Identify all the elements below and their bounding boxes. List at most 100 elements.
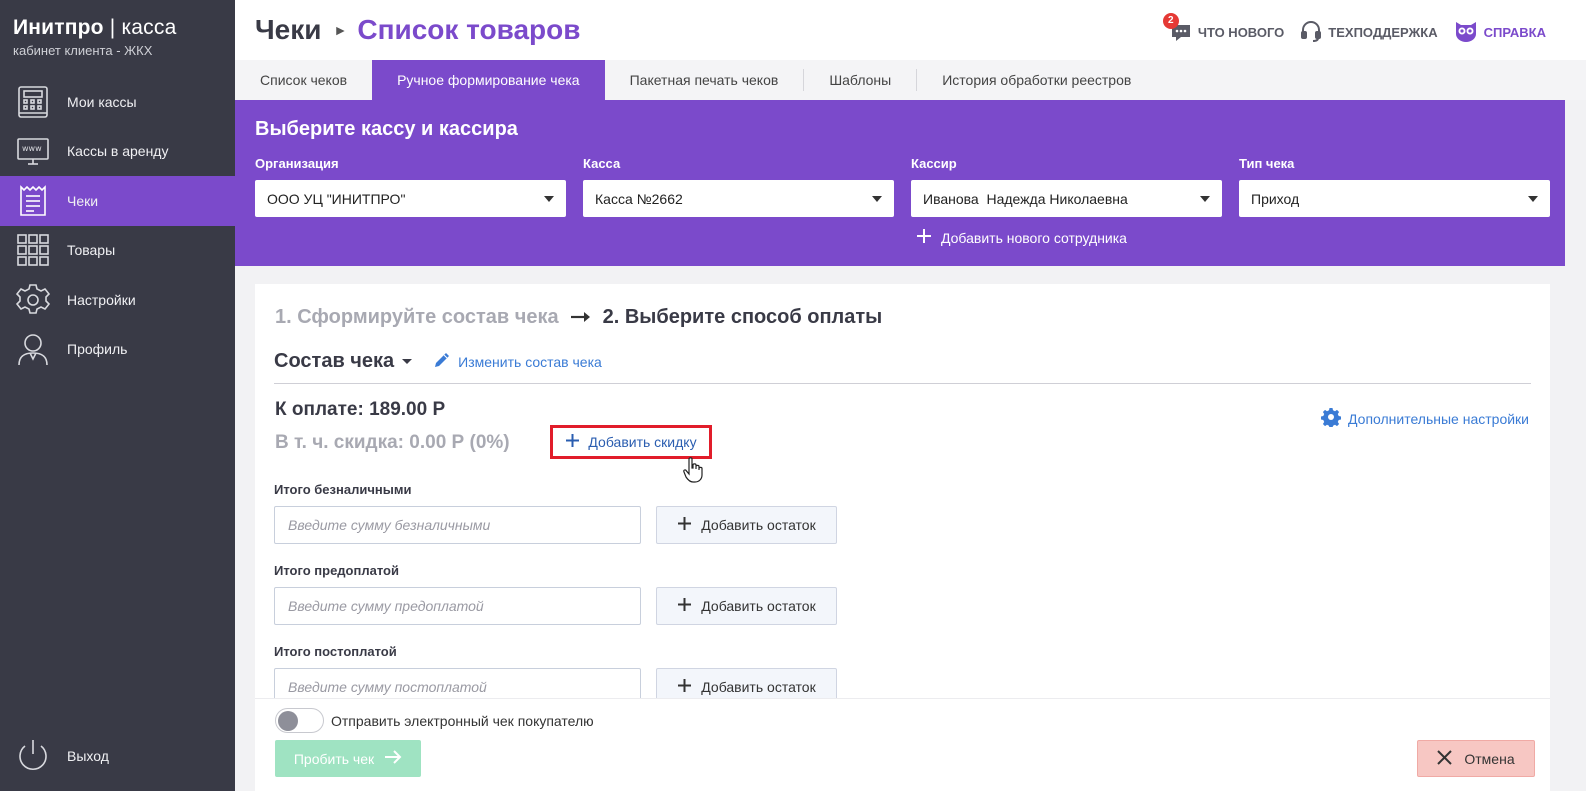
arrow-right-icon [384,750,402,767]
kassa-field: Касса Касса №2662 [583,156,894,217]
cancel-button[interactable]: Отмена [1417,740,1535,777]
plus-icon [677,516,692,534]
add-employee-link[interactable]: Добавить нового сотрудника [916,228,1127,247]
sidebar-nav: Мои кассы www Кассы в аренду Чеки Товары… [0,77,235,374]
organization-field: Организация ООО УЦ "ИНИТПРО" [255,156,566,217]
organization-select[interactable]: ООО УЦ "ИНИТПРО" [255,180,566,217]
compose-dropdown[interactable]: Состав чека [274,350,394,373]
edit-composition-link[interactable]: Изменить состав чека [432,350,602,373]
cash-register-icon [15,84,50,119]
add-remainder-postpaid-button[interactable]: Добавить остаток [656,668,837,698]
support-link[interactable]: ТЕХПОДДЕРЖКА [1300,20,1438,45]
advanced-settings-link[interactable]: Дополнительные настройки [1321,407,1529,430]
sidebar-item-cheki[interactable]: Чеки [0,176,235,226]
print-receipt-button[interactable]: Пробить чек [275,740,421,777]
sidebar-item-label: Профиль [67,341,128,358]
breadcrumb-parent[interactable]: Чеки [255,14,321,46]
brand: Инитпро | касса кабинет клиента - ЖКХ [13,16,176,58]
send-receipt-row: Отправить электронный чек покупателю [275,708,594,733]
panel-title: Выберите кассу и кассира [255,118,518,140]
plus-icon [677,678,692,696]
divider [274,383,1531,384]
caret-down-icon [1200,195,1210,202]
receipt-type-field: Тип чека Приход [1239,156,1550,217]
www-monitor-icon: www [15,134,50,169]
receipt-type-value: Приход [1251,190,1300,207]
sidebar-item-label: Товары [67,242,116,259]
add-remainder-cashless-button[interactable]: Добавить остаток [656,506,837,544]
brand-product: касса [121,16,177,39]
receipt-type-label: Тип чека [1239,156,1295,171]
tab-bar: Список чеков Ручное формирование чека Па… [235,60,1586,100]
plus-icon [677,597,692,615]
bottom-action-bar: Отправить электронный чек покупателю Про… [255,698,1550,791]
gear-icon [15,282,50,317]
grid-icon [15,233,50,268]
plus-icon [916,228,932,247]
edit-composition-label: Изменить состав чека [458,353,602,370]
help-label: СПРАВКА [1483,25,1546,40]
cashier-label: Кассир [911,156,957,171]
postpaid-label: Итого постоплатой [274,644,397,659]
svg-text:www: www [22,144,42,153]
prepaid-input[interactable] [274,587,641,625]
plus-icon [565,433,580,451]
whats-new-link[interactable]: 2 ЧТО НОВОГО [1162,12,1284,44]
compose-header: Состав чека Изменить состав чека [274,350,602,373]
sidebar-item-profile[interactable]: Профиль [0,325,235,375]
add-discount-button[interactable]: Добавить скидку [550,425,712,459]
support-label: ТЕХПОДДЕРЖКА [1328,25,1438,40]
send-receipt-label: Отправить электронный чек покупателю [331,712,594,729]
cancel-label: Отмена [1464,750,1515,767]
sidebar-item-label: Чеки [67,192,99,209]
tab-batch-print[interactable]: Пакетная печать чеков [605,60,804,100]
steps: 1. Сформируйте состав чека 2. Выберите с… [275,306,882,329]
brand-name: Инитпро [13,16,104,39]
sidebar-item-my-kassy[interactable]: Мои кассы [0,77,235,127]
brand-subtitle: кабинет клиента - ЖКХ [13,43,153,58]
kassa-select[interactable]: Касса №2662 [583,180,894,217]
add-remainder-label: Добавить остаток [701,517,816,533]
brand-title: Инитпро | касса [13,16,176,40]
gear-icon [1321,407,1342,430]
caret-down-icon [872,195,882,202]
step-compose[interactable]: 1. Сформируйте состав чека [275,306,559,329]
caret-down-icon[interactable] [402,359,413,364]
headset-icon [1300,20,1322,45]
tab-registry-history[interactable]: История обработки реестров [917,60,1156,100]
sidebar-item-tovary[interactable]: Товары [0,226,235,276]
advanced-settings-label: Дополнительные настройки [1348,410,1529,427]
cashless-input[interactable] [274,506,641,544]
sidebar-item-label: Кассы в аренду [67,143,169,160]
sidebar-item-nastroyki[interactable]: Настройки [0,275,235,325]
kassa-label: Касса [583,156,621,171]
add-remainder-label: Добавить остаток [701,598,816,614]
receipt-type-select[interactable]: Приход [1239,180,1550,217]
payment-card: 1. Сформируйте состав чека 2. Выберите с… [255,284,1550,698]
page-title: Список товаров [357,14,581,45]
print-receipt-label: Пробить чек [293,750,375,767]
tab-manual-receipt[interactable]: Ручное формирование чека [372,60,605,100]
caret-down-icon [1528,195,1538,202]
scroll-gutter [1565,100,1586,791]
help-link[interactable]: СПРАВКА [1454,20,1546,45]
tab-receipts-list[interactable]: Список чеков [235,60,372,100]
exit-button[interactable]: Выход [15,738,109,773]
postpaid-input[interactable] [274,668,641,698]
hand-cursor-icon [683,457,703,488]
close-icon [1437,749,1453,768]
tab-templates[interactable]: Шаблоны [804,60,916,100]
add-remainder-prepaid-button[interactable]: Добавить остаток [656,587,837,625]
notification-badge: 2 [1162,12,1179,29]
send-receipt-toggle[interactable] [275,708,324,733]
brand-separator: | [103,16,122,39]
user-icon [15,332,50,367]
cashier-select[interactable]: Иванова Надежда Николаевна [911,180,1222,217]
arrow-right-icon [570,306,591,329]
cashless-label: Итого безналичными [274,482,412,497]
toggle-knob [278,711,298,731]
power-icon [15,738,50,773]
add-employee-label: Добавить нового сотрудника [941,229,1127,246]
sidebar-item-kassy-rent[interactable]: www Кассы в аренду [0,127,235,177]
receipt-icon [15,183,50,218]
